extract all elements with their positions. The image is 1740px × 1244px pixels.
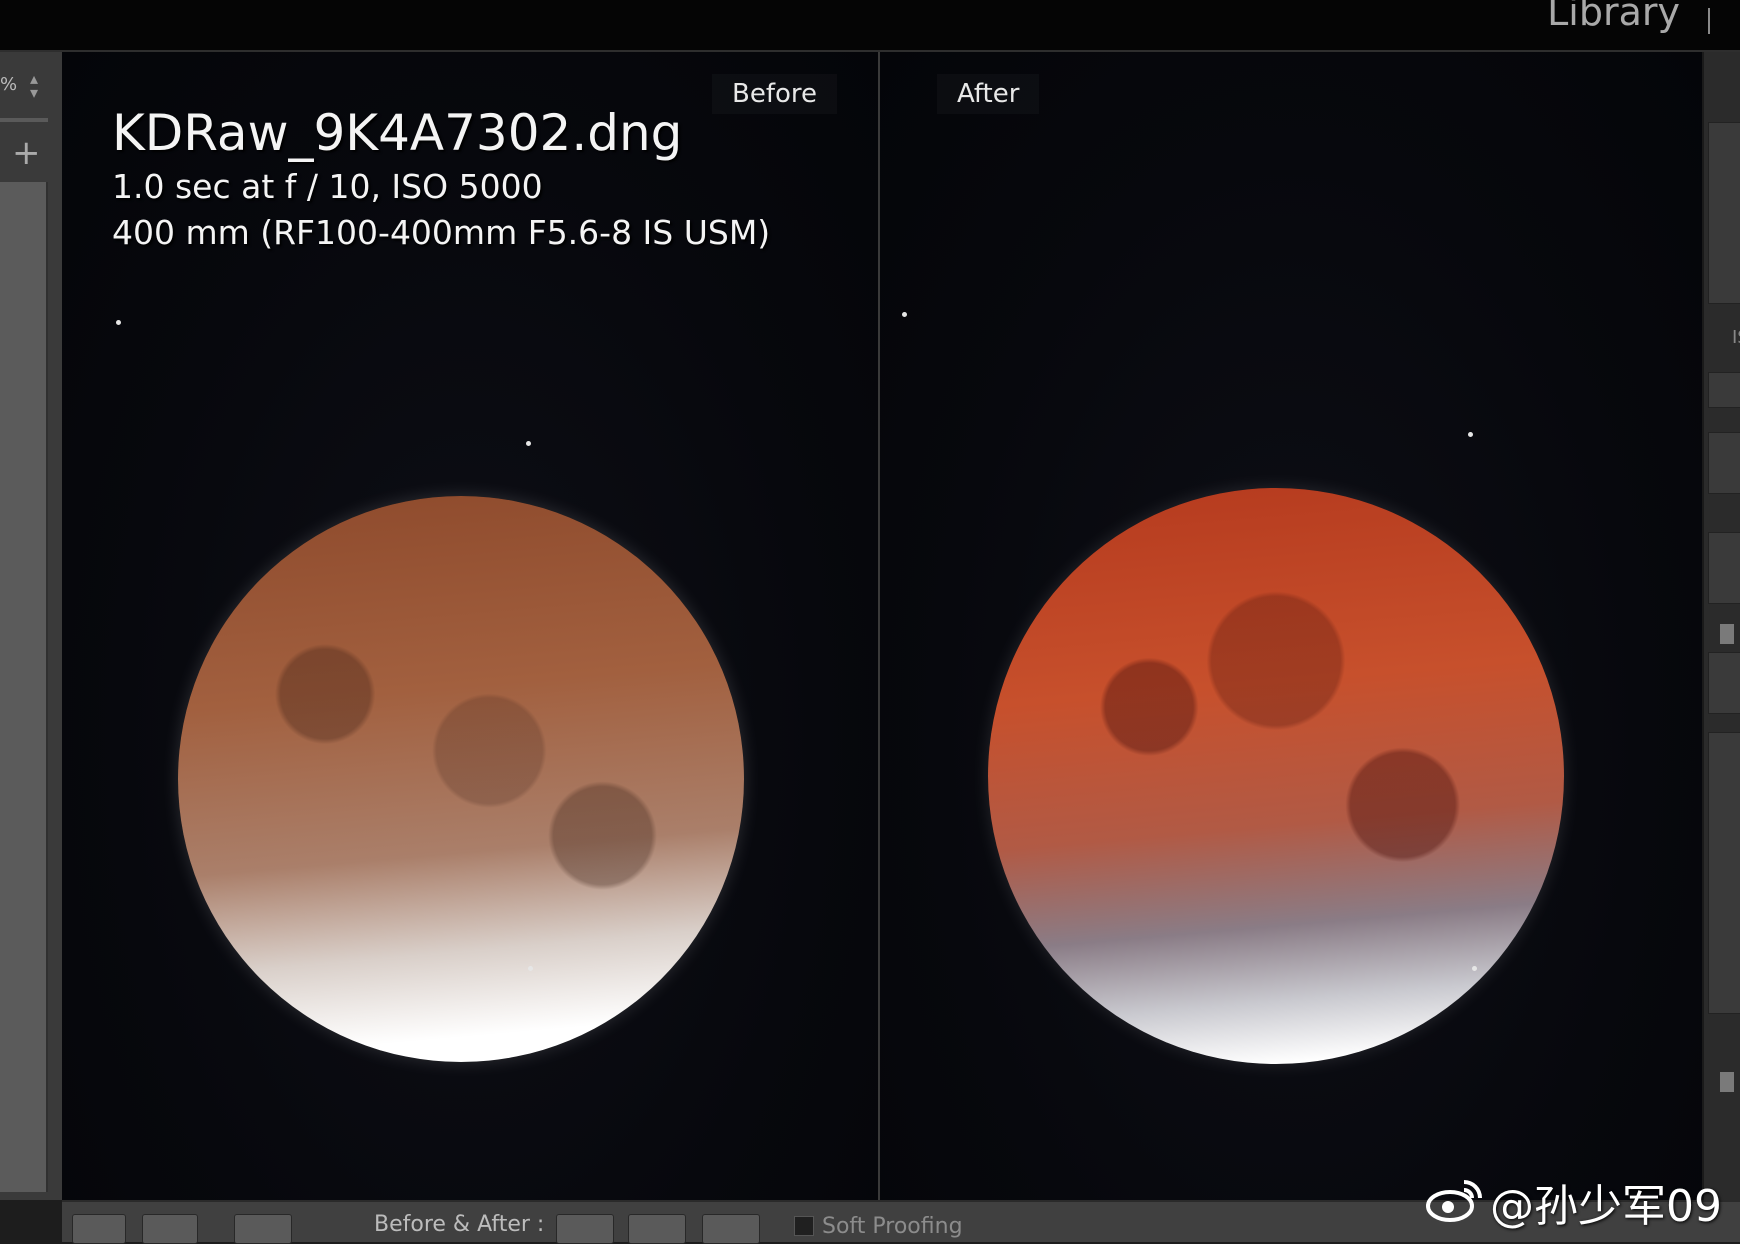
left-panel-scrollbar[interactable] <box>0 182 48 1192</box>
panel-section <box>1708 732 1740 1014</box>
before-after-viewer: Before After KDRaw_9K4A7302.dng 1.0 sec … <box>62 52 1702 1200</box>
star <box>528 966 533 971</box>
panel-toggle[interactable] <box>1720 1072 1734 1092</box>
after-pane <box>880 52 1702 1200</box>
bottom-toolbar: Before & After : Soft Proofing <box>62 1200 1740 1244</box>
top-bar: Library <box>0 0 1740 52</box>
right-panel: IS <box>1702 52 1740 1200</box>
exposure-info: 1.0 sec at f / 10, ISO 5000 <box>112 167 543 206</box>
tool-strip[interactable] <box>1708 432 1740 494</box>
before-after-label: Before & After : <box>374 1212 545 1237</box>
panel-section <box>1708 652 1740 714</box>
watermark-text: @孙少军09 <box>1490 1181 1722 1232</box>
soft-proofing-label: Soft Proofing <box>822 1214 963 1239</box>
star <box>1468 432 1473 437</box>
histogram-panel <box>1708 122 1740 304</box>
before-moon-image <box>178 496 744 1062</box>
star <box>902 312 907 317</box>
file-name: KDRaw_9K4A7302.dng <box>112 104 683 162</box>
soft-proofing-checkbox[interactable] <box>794 1216 814 1236</box>
after-label: After <box>937 74 1039 114</box>
zoom-percent: % <box>0 74 18 95</box>
info-overlay: KDRaw_9K4A7302.dng 1.0 sec at f / 10, IS… <box>112 102 770 256</box>
star <box>526 441 531 446</box>
zoom-stepper-icon[interactable]: ▴ ▾ <box>30 71 38 101</box>
left-panel: % ▴ ▾ + <box>0 52 64 1200</box>
panel-section <box>1708 532 1740 604</box>
lens-info: 400 mm (RF100-400mm F5.6-8 IS USM) <box>112 213 771 252</box>
module-separator <box>1708 8 1710 34</box>
module-library[interactable]: Library <box>1547 0 1680 34</box>
star <box>116 320 121 325</box>
right-panel-label: IS <box>1732 327 1740 348</box>
star <box>1472 966 1477 971</box>
after-moon-image <box>988 488 1564 1064</box>
crop-tool-icon[interactable] <box>1708 372 1740 408</box>
weibo-icon <box>1426 1180 1482 1222</box>
panel-divider <box>0 118 48 122</box>
panel-toggle[interactable] <box>1720 624 1734 644</box>
plus-icon[interactable]: + <box>12 136 41 170</box>
